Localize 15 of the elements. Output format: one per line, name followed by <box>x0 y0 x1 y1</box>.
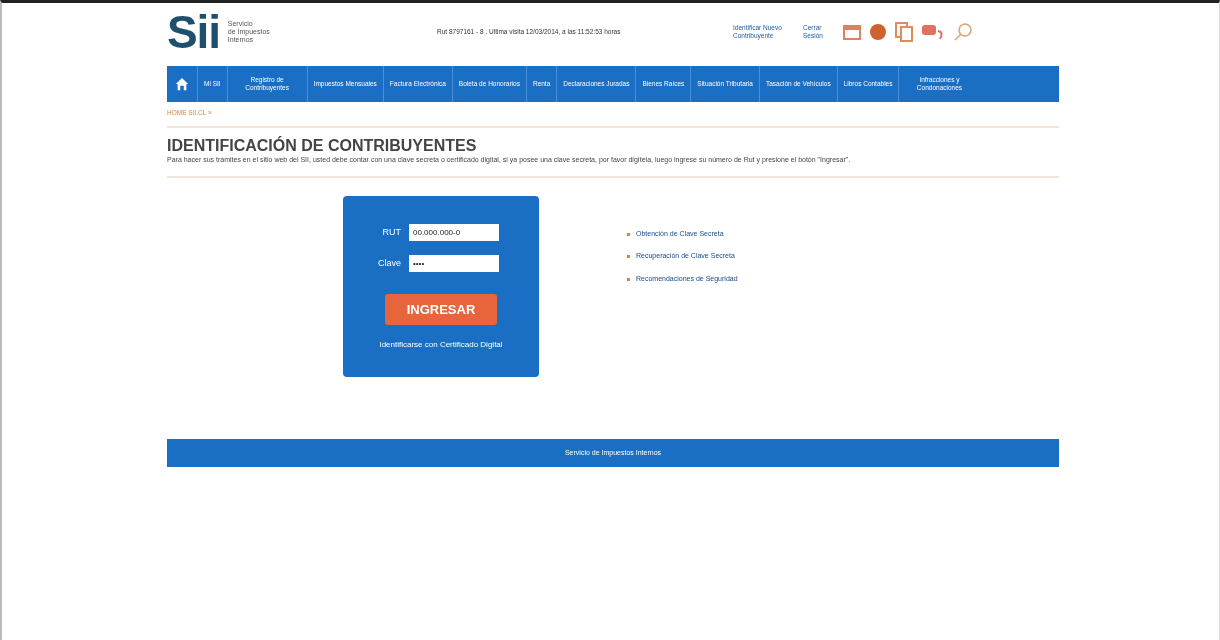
clave-label: Clave <box>377 256 401 270</box>
login-button[interactable]: INGRESAR <box>385 293 497 325</box>
logo[interactable]: Sii <box>167 8 220 56</box>
documents-icon[interactable] <box>895 22 913 42</box>
rut-label: RUT <box>381 225 401 239</box>
search-icon[interactable] <box>953 22 973 42</box>
calendar-icon[interactable] <box>843 24 861 40</box>
page-title: IDENTIFICACIÓN DE CONTRIBUYENTES <box>167 136 478 155</box>
certificate-link[interactable]: Identificarse con Certificado Digital <box>379 338 503 351</box>
rut-field[interactable]: 00.000.000-0 <box>409 223 499 241</box>
bullet-icon <box>627 255 630 258</box>
password-field[interactable]: •••• <box>409 254 499 272</box>
bullet-icon <box>627 277 630 281</box>
bullet-icon <box>627 232 630 236</box>
home-icon <box>175 77 189 91</box>
